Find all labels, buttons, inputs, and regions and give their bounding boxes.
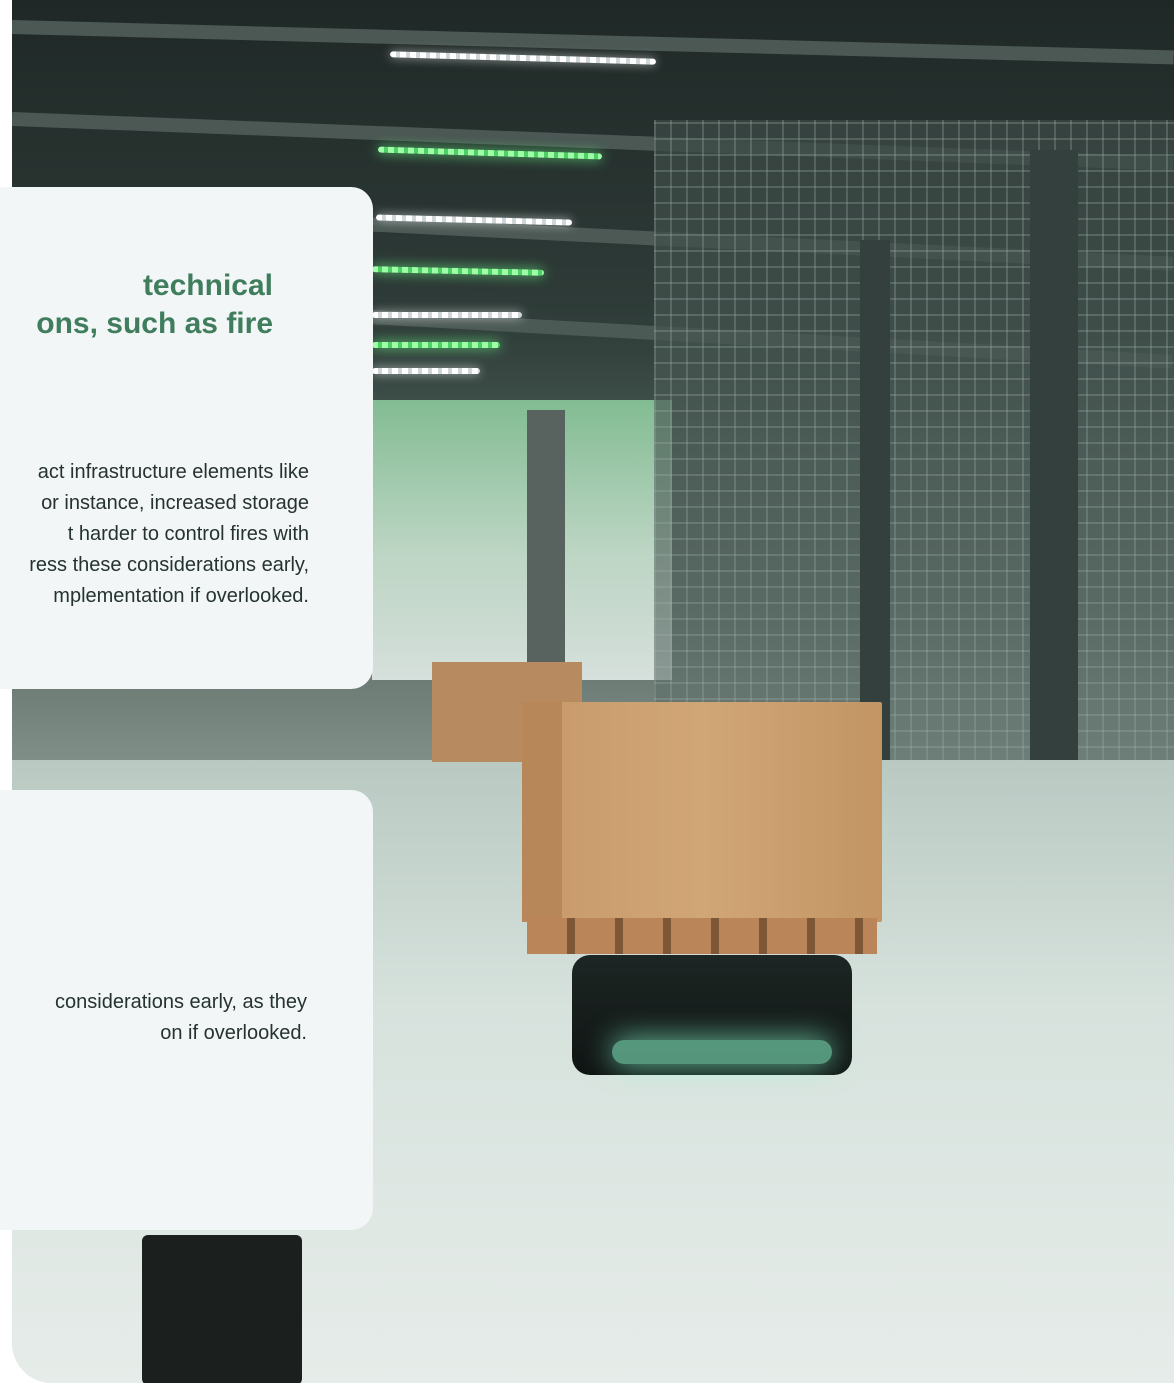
content-card-bottom: considerations early, as they on if over… <box>0 790 373 1230</box>
body-line: considerations early, as they <box>55 991 307 1013</box>
robot-light <box>612 1040 832 1064</box>
wooden-pallet <box>527 918 877 954</box>
card-body-text: act infrastructure elements like or inst… <box>0 457 309 612</box>
card-body-text: considerations early, as they on if over… <box>0 987 307 1049</box>
heading-line: ons, such as fire <box>36 307 273 340</box>
page: technical ons, such as fire act infrastr… <box>0 0 1174 1383</box>
pillar <box>527 410 565 690</box>
ceiling-light <box>372 368 480 374</box>
body-line: or instance, increased storage <box>41 492 309 514</box>
background-window <box>372 400 672 680</box>
heading-line: technical <box>142 269 273 302</box>
card-heading: technical ons, such as fire <box>0 267 273 343</box>
foreground-object <box>142 1235 302 1383</box>
body-line: mplementation if overlooked. <box>53 585 309 607</box>
cardboard-box-side <box>522 702 562 922</box>
cardboard-box <box>522 702 882 922</box>
body-line: on if overlooked. <box>160 1022 307 1044</box>
body-line: t harder to control fires with <box>67 523 309 545</box>
body-line: act infrastructure elements like <box>37 461 309 483</box>
ceiling-light <box>372 342 500 348</box>
content-card-top: technical ons, such as fire act infrastr… <box>0 187 373 689</box>
ceiling-light <box>372 312 522 318</box>
body-line: ress these considerations early, <box>29 554 309 576</box>
